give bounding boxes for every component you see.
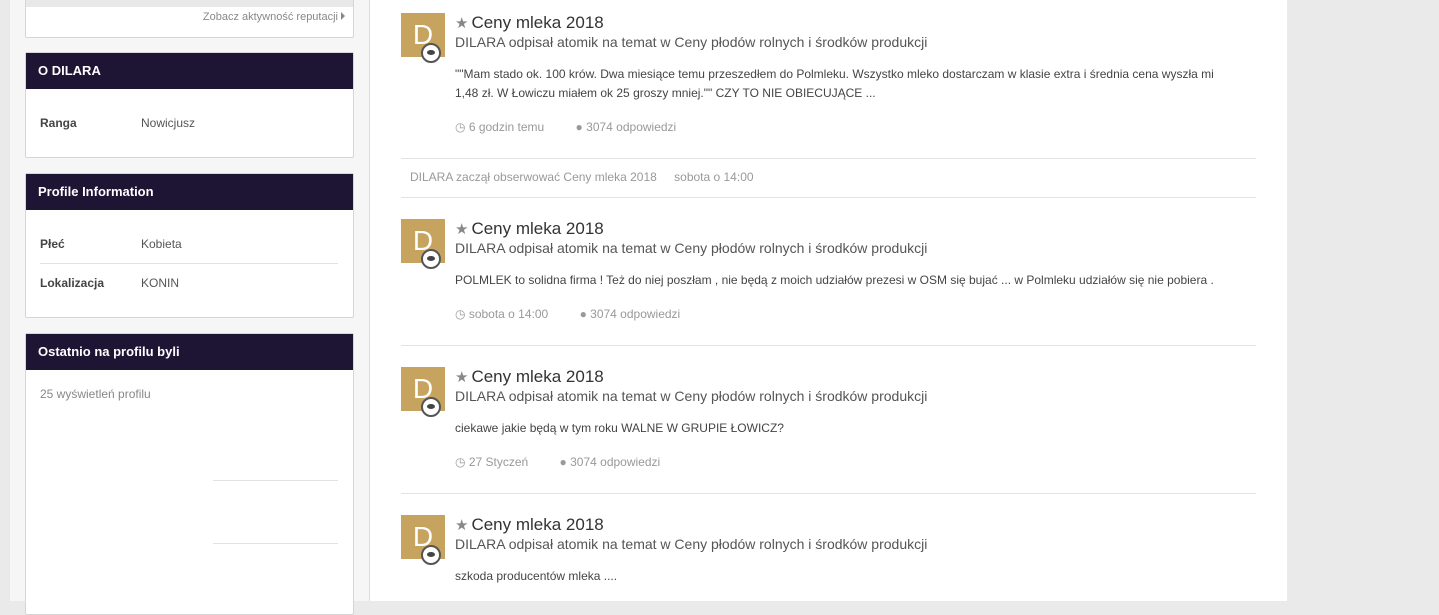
reply-count-text: 3074 odpowiedzi xyxy=(586,120,677,134)
recent-visitors-header: Ostatnio na profilu byli xyxy=(26,334,353,370)
profile-information-header: Profile Information xyxy=(26,174,353,210)
post-excerpt-line: ""Mam stado ok. 100 krów. Dwa miesiące t… xyxy=(455,67,1214,81)
recent-visitors-box: Ostatnio na profilu byli 25 wyświetleń p… xyxy=(25,333,354,615)
reply-count-text: 3074 odpowiedzi xyxy=(570,455,661,469)
reputation-activity-label: Zobacz aktywność reputacji xyxy=(202,11,338,23)
row-divider xyxy=(40,263,338,264)
reply-count[interactable]: ● 3074 odpowiedzi xyxy=(576,120,691,134)
reply-count-text: 3074 odpowiedzi xyxy=(590,307,681,321)
topic-title-text: Ceny mleka 2018 xyxy=(471,219,604,238)
item-subtitle: DILARA odpisał atomik na temat w Ceny pł… xyxy=(455,536,928,552)
reputation-box: Zobacz aktywność reputacji xyxy=(25,0,354,38)
topic-title[interactable]: ★ Ceny mleka 2018 xyxy=(455,219,604,239)
location-value: KONIN xyxy=(141,276,180,290)
post-time[interactable]: ◷ sobota o 14:00 xyxy=(455,307,562,321)
post-excerpt-line: 1,48 zł. W Łowiczu miałem ok 25 groszy m… xyxy=(455,86,876,100)
reputation-activity-link[interactable]: Zobacz aktywność reputacji xyxy=(203,11,345,23)
feed-divider xyxy=(401,158,1256,159)
item-subtitle: DILARA odpisał atomik na temat w Ceny pł… xyxy=(455,34,928,50)
item-subtitle: DILARA odpisał atomik na temat w Ceny pł… xyxy=(455,240,928,256)
item-meta: ◷ sobota o 14:00 ● 3074 odpowiedzi xyxy=(455,307,708,321)
activity-line: DILARA zaczął obserwować Ceny mleka 2018… xyxy=(410,170,768,184)
comment-bubble-icon xyxy=(421,43,441,63)
post-excerpt: szkoda producentów mleka .... xyxy=(455,569,618,583)
comment-bubble-icon xyxy=(421,249,441,269)
reply-count[interactable]: ● 3074 odpowiedzi xyxy=(580,307,695,321)
post-time[interactable]: ◷ 27 Styczeń xyxy=(455,455,542,469)
gender-value: Kobieta xyxy=(141,237,182,251)
activity-text[interactable]: DILARA zaczął obserwować Ceny mleka 2018 xyxy=(410,170,657,184)
post-excerpt: ""Mam stado ok. 100 krów. Dwa miesiące t… xyxy=(455,65,1255,103)
post-time-text: sobota o 14:00 xyxy=(468,307,549,321)
feed-item: D ★ Ceny mleka 2018 DILARA odpisał atomik… xyxy=(401,515,1256,601)
star-icon: ★ xyxy=(455,517,469,534)
location-label: Lokalizacja xyxy=(40,276,105,290)
comment-bubble-icon xyxy=(421,545,441,565)
star-icon: ★ xyxy=(455,221,469,238)
item-meta: ◷ 6 godzin temu ● 3074 odpowiedzi xyxy=(455,120,704,134)
visitor-divider xyxy=(213,480,338,481)
about-box: O DILARA Ranga Nowicjusz xyxy=(25,52,354,158)
feed-divider xyxy=(401,345,1256,346)
comment-bubble-icon xyxy=(421,397,441,417)
activity-time: sobota o 14:00 xyxy=(674,170,754,184)
topic-title[interactable]: ★ Ceny mleka 2018 xyxy=(455,515,604,535)
item-subtitle: DILARA odpisał atomik na temat w Ceny pł… xyxy=(455,388,928,404)
visitor-divider xyxy=(213,543,338,544)
profile-information-box: Profile Information Płeć Kobieta Lokaliz… xyxy=(25,173,354,318)
feed-divider xyxy=(401,197,1256,198)
rank-label: Ranga xyxy=(40,116,77,130)
reputation-bar xyxy=(26,0,353,7)
feed-item: D ★ Ceny mleka 2018 DILARA odpisał atomik… xyxy=(401,219,1256,329)
item-meta: ◷ 27 Styczeń ● 3074 odpowiedzi xyxy=(455,455,688,469)
topic-title[interactable]: ★ Ceny mleka 2018 xyxy=(455,367,604,387)
feed-divider xyxy=(401,493,1256,494)
feed-item: D ★ Ceny mleka 2018 DILARA odpisał atomik… xyxy=(401,13,1256,138)
post-time-text: 6 godzin temu xyxy=(468,120,545,134)
feed-item: D ★ Ceny mleka 2018 DILARA odpisał atomik… xyxy=(401,367,1256,477)
gender-label: Płeć xyxy=(40,237,65,251)
post-time-text: 27 Styczeń xyxy=(468,455,529,469)
star-icon: ★ xyxy=(455,15,469,32)
post-excerpt: POLMLEK to solidna firma ! Też do niej p… xyxy=(455,273,1214,287)
caret-right-icon xyxy=(341,12,345,20)
post-time[interactable]: ◷ 6 godzin temu xyxy=(455,120,558,134)
topic-title-text: Ceny mleka 2018 xyxy=(471,13,604,32)
rank-value: Nowicjusz xyxy=(141,116,196,130)
activity-feed: D ★ Ceny mleka 2018 DILARA odpisał atomik… xyxy=(369,0,1287,601)
star-icon: ★ xyxy=(455,369,469,386)
reply-count[interactable]: ● 3074 odpowiedzi xyxy=(560,455,675,469)
profile-views-count: 25 wyświetleń profilu xyxy=(40,387,151,401)
about-header: O DILARA xyxy=(26,53,353,89)
post-excerpt: ciekawe jakie będą w tym roku WALNE W GR… xyxy=(455,421,784,435)
topic-title[interactable]: ★ Ceny mleka 2018 xyxy=(455,13,604,33)
topic-title-text: Ceny mleka 2018 xyxy=(471,515,604,534)
topic-title-text: Ceny mleka 2018 xyxy=(471,367,604,386)
